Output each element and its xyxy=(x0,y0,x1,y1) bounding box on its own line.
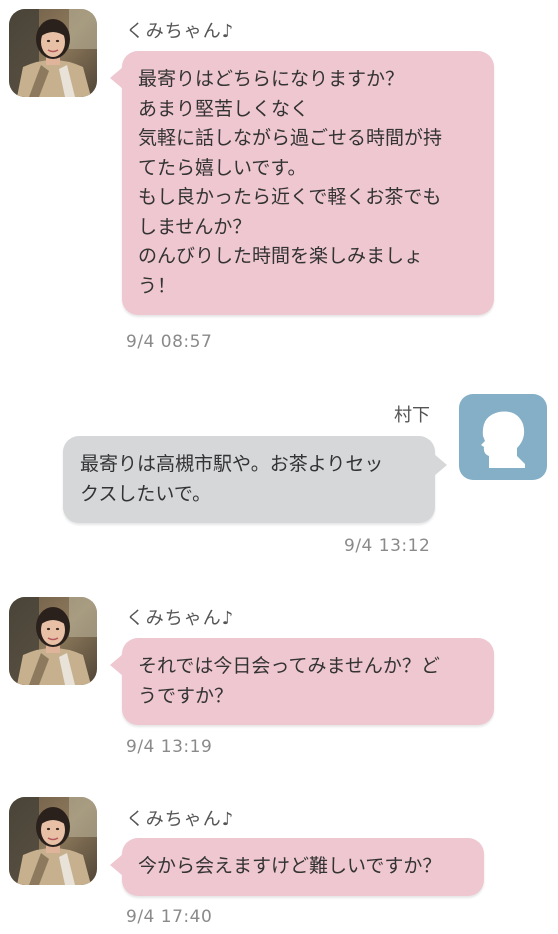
message-line: しませんか？ xyxy=(138,215,252,238)
message-line: 気軽に話しながら過ごせる時間が持 xyxy=(138,127,443,149)
message-line: てたら嬉しいです。 xyxy=(138,156,307,179)
message-line: 最寄りは高槻市駅や。お茶よりセッ xyxy=(80,453,384,475)
message-timestamp: 9/4 08:57 xyxy=(126,332,213,352)
message-timestamp: 9/4 13:12 xyxy=(344,536,431,556)
message-line: あまり堅苦しくなく xyxy=(138,97,310,120)
message-line: もし良かったら近くで軽くお茶でも xyxy=(138,186,442,208)
message-timestamp: 9/4 17:40 xyxy=(126,907,213,927)
self-avatar[interactable] xyxy=(459,394,547,480)
bubble-tail xyxy=(110,654,123,676)
message-bubble[interactable]: 今から会えますけど難しいですか？ xyxy=(110,838,484,896)
message-line: うですか？ xyxy=(138,684,234,707)
message-line: それでは今日会ってみませんか？ど xyxy=(138,655,440,677)
sender-avatar[interactable] xyxy=(9,9,97,97)
message-line: 最寄りはどちらになりますか？ xyxy=(138,68,405,90)
silhouette-profile-icon xyxy=(481,411,525,468)
message-bubble[interactable]: それでは今日会ってみませんか？ど うですか？ xyxy=(110,638,494,725)
portrait-photo-icon xyxy=(9,9,97,97)
message-bubble[interactable]: 最寄りは高槻市駅や。お茶よりセッ クスしたいで。 xyxy=(63,436,447,523)
sender-name: くみちゃん♪ xyxy=(126,809,235,830)
self-name: 村下 xyxy=(394,405,430,426)
sender-avatar[interactable] xyxy=(9,797,97,885)
message-line: 今から会えますけど難しいですか？ xyxy=(138,855,442,877)
bubble-tail xyxy=(110,67,123,89)
portrait-photo-icon xyxy=(9,797,97,885)
sender-name: くみちゃん♪ xyxy=(126,608,235,629)
portrait-photo-icon xyxy=(9,597,97,685)
message-line: う！ xyxy=(138,274,177,297)
message-bubble[interactable]: 最寄りはどちらになりますか？ あまり堅苦しくなく 気軽に話しながら過ごせる時間が… xyxy=(110,51,494,315)
message-line: クスしたいで。 xyxy=(80,482,212,505)
message-line: のんびりした時間を楽しみましょ xyxy=(138,245,424,267)
sender-avatar[interactable] xyxy=(9,597,97,685)
bubble-tail xyxy=(110,854,123,876)
message-timestamp: 9/4 13:19 xyxy=(126,737,213,757)
bubble-tail xyxy=(434,454,447,476)
sender-name: くみちゃん♪ xyxy=(126,21,235,42)
